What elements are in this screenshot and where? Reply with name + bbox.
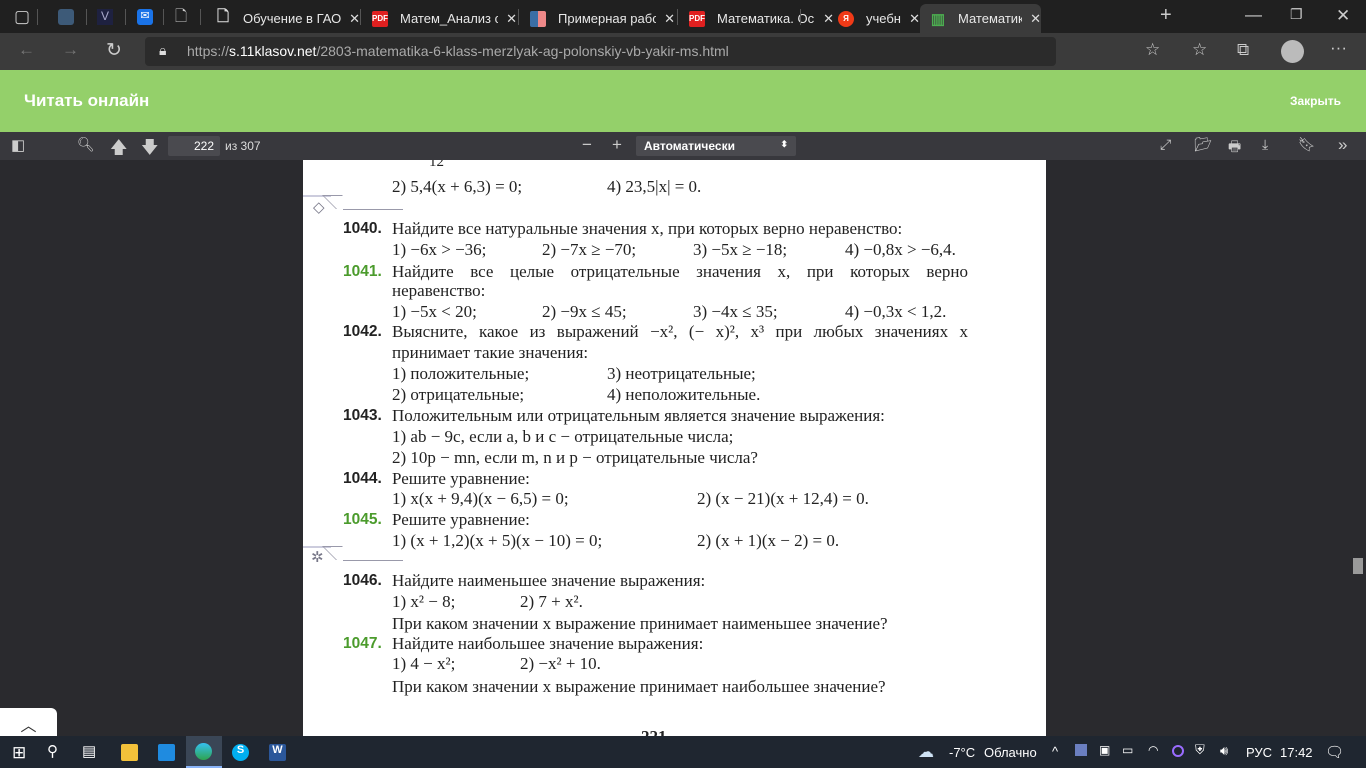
find-icon[interactable]: 🔍︎ <box>77 136 95 153</box>
close-tab-icon[interactable]: ✕ <box>1030 11 1041 27</box>
close-tab-icon[interactable]: ✕ <box>506 11 517 27</box>
tab-actions-icon[interactable]: ▢ <box>14 7 30 27</box>
scrollbar-thumb[interactable] <box>1353 558 1363 574</box>
taskbar: ⊞ ⚲ ▤ S W ☁ -7°C Облачно ^ ▣ ▭ ◠ ⛨ 🔊︎ РУ… <box>0 736 1366 768</box>
tab-5[interactable]: Яучебник по мате✕ <box>802 4 920 33</box>
tab-bar: ▢ V ✉ 🗋 🗋 Обучение в ГАОУ ✕ PDF Матем_Анали… <box>0 0 1366 33</box>
presentation-mode-icon[interactable]: ⤢ <box>1160 136 1171 153</box>
battery-icon[interactable]: ▭ <box>1122 743 1133 757</box>
wifi-icon[interactable]: ◠ <box>1148 743 1158 757</box>
show-hidden-icons-icon[interactable]: ^ <box>1052 744 1058 759</box>
favorites-icon[interactable]: ☆ <box>1192 40 1207 60</box>
weather-text[interactable]: Облачно <box>984 745 1037 760</box>
pinned-page-icon[interactable]: 🗋 <box>175 6 187 31</box>
reload-icon[interactable]: ↻ <box>106 39 122 62</box>
tab-6-active[interactable]: ▥Математика. 6 кл✕ <box>920 4 1041 33</box>
page-number-input[interactable]: 222 <box>168 136 220 156</box>
tab-2[interactable]: PDF Матем_Анализ со ✕ <box>362 4 517 33</box>
pdf-page: 12 2) 5,4(x + 6,3) = 0; 4) 23,5|x| = 0. ◇… <box>303 160 1046 736</box>
lock-icon: 🔒︎ <box>159 42 167 58</box>
back-icon[interactable]: ← <box>18 40 35 60</box>
cloud-icon: ☁ <box>918 744 934 761</box>
close-window-icon[interactable]: ✕ <box>1336 6 1350 26</box>
page-number: 221 <box>641 726 667 736</box>
language-indicator[interactable]: РУС <box>1246 745 1272 760</box>
download-icon[interactable]: ⤓ <box>1262 136 1268 153</box>
book-icon: ▥ <box>930 10 946 28</box>
scrollbar[interactable] <box>1350 160 1366 736</box>
app-icon <box>530 10 546 27</box>
mail-icon[interactable] <box>158 744 175 761</box>
open-file-icon[interactable]: 📂︎ <box>1194 136 1212 153</box>
problem-number: 1040. <box>343 220 382 237</box>
url-input[interactable]: 🔒︎ https://s.11klasov.net/2803-matematik… <box>145 37 1056 66</box>
zoom-out-icon[interactable]: − <box>582 135 592 155</box>
problem-number: 1046. <box>343 572 382 589</box>
close-reader-button[interactable]: Закрыть <box>1290 94 1341 108</box>
task-view-icon[interactable]: ▤ <box>82 742 96 760</box>
windows-start-icon[interactable]: ⊞ <box>12 743 26 763</box>
zoom-select[interactable]: Автоматически ⬍ <box>636 136 796 156</box>
reader-header: Читать онлайн Закрыть <box>0 70 1366 132</box>
reader-title: Читать онлайн <box>24 91 150 110</box>
restore-icon[interactable]: ❐ <box>1290 6 1303 23</box>
edge-icon <box>195 743 212 760</box>
sidebar-toggle-icon[interactable]: ◧ <box>11 136 25 154</box>
notifications-icon[interactable]: 🗨︎ <box>1325 743 1344 761</box>
page-count: из 307 <box>225 139 261 153</box>
file-explorer-icon[interactable] <box>121 744 138 761</box>
diamond-section-icon: ◇ <box>313 200 325 216</box>
profile-avatar[interactable] <box>1281 40 1304 63</box>
pdf-toolbar: ◧ 🔍︎ 🡅 🡇 222 из 307 − + Автоматически ⬍ ⤢… <box>0 132 1366 160</box>
search-icon[interactable]: ⚲ <box>47 742 58 760</box>
problem-number: 1043. <box>343 407 382 424</box>
close-tab-icon[interactable]: ✕ <box>664 11 675 27</box>
word-icon[interactable]: W <box>269 744 286 761</box>
page-icon: 🗋 <box>216 8 230 25</box>
pinned-tab-icon[interactable]: V <box>97 9 113 25</box>
minimize-icon[interactable]: — <box>1245 5 1262 25</box>
tab-3[interactable]: Примерная рабо ✕ <box>520 4 675 33</box>
yandex-icon: Я <box>838 10 854 27</box>
problem-number: 1045. <box>343 511 382 528</box>
camera-icon[interactable]: ▣ <box>1099 743 1110 757</box>
pdf-icon: PDF <box>689 10 705 27</box>
cortana-icon[interactable] <box>1172 745 1184 757</box>
next-page-icon[interactable]: 🡇 <box>141 135 158 164</box>
problem-number: 1047. <box>343 635 382 652</box>
asterisk-section-icon: ✲ <box>311 550 324 566</box>
pinned-mail-icon[interactable]: ✉ <box>137 9 153 25</box>
pdf-icon: PDF <box>372 10 388 27</box>
scroll-to-top-button[interactable]: ︿ <box>0 708 57 736</box>
collections-icon[interactable]: ⧉ <box>1237 40 1249 60</box>
problem-number: 1041. <box>343 263 382 280</box>
bookmark-icon[interactable]: 🔖︎ <box>1298 136 1316 153</box>
select-arrows-icon: ⬍ <box>780 139 788 149</box>
print-icon[interactable]: 🖶 <box>1228 136 1241 160</box>
edge-taskbar-button[interactable] <box>186 736 222 768</box>
new-tab-icon[interactable]: + <box>1160 4 1172 27</box>
problem-number: 1042. <box>343 323 382 340</box>
volume-icon[interactable]: 🔊︎ <box>1220 743 1228 759</box>
zoom-in-icon[interactable]: + <box>612 135 622 155</box>
forward-icon[interactable]: → <box>62 40 79 60</box>
close-tab-icon[interactable]: ✕ <box>349 11 360 27</box>
tab-1[interactable]: 🗋 Обучение в ГАОУ ✕ <box>205 4 360 33</box>
tools-menu-icon[interactable]: » <box>1338 135 1347 155</box>
problem-number: 1044. <box>343 470 382 487</box>
add-favorite-icon[interactable]: ☆ <box>1145 40 1160 60</box>
skype-icon[interactable]: S <box>232 744 249 761</box>
more-menu-icon[interactable]: ··· <box>1330 38 1347 58</box>
clock[interactable]: 17:42 <box>1280 745 1313 760</box>
close-tab-icon[interactable]: ✕ <box>909 11 920 27</box>
weather-temp[interactable]: -7°C <box>949 745 975 760</box>
security-shield-icon[interactable]: ⛨ <box>1195 742 1205 758</box>
pinned-tab-icon[interactable] <box>58 9 74 25</box>
tray-app-icon[interactable] <box>1075 744 1087 756</box>
previous-page-icon[interactable]: 🡅 <box>110 135 127 164</box>
